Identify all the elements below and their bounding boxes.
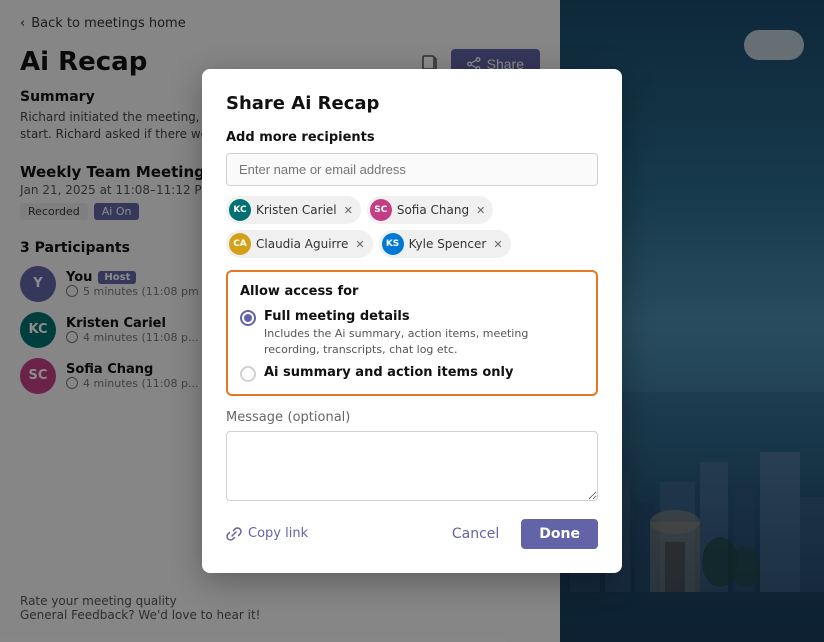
radio-option-summary[interactable]: Ai summary and action items only <box>240 365 584 382</box>
message-label-text: Message <box>226 410 283 425</box>
radio-option-full[interactable]: Full meeting details Includes the Ai sum… <box>240 309 584 357</box>
share-modal: Share Ai Recap Add more recipients KC Kr… <box>202 69 622 573</box>
ai-summary-title: Ai summary and action items only <box>264 365 513 380</box>
chip-remove-button[interactable]: ✕ <box>355 238 364 251</box>
copy-link-button[interactable]: Copy link <box>226 526 308 542</box>
copy-link-label: Copy link <box>248 526 308 541</box>
full-meeting-desc: Includes the Ai summary, action items, m… <box>264 326 584 357</box>
recipient-chip: KS Kyle Spencer ✕ <box>379 230 511 258</box>
access-box: Allow access for Full meeting details In… <box>226 270 598 396</box>
radio-ai-summary[interactable] <box>240 366 256 382</box>
done-button[interactable]: Done <box>521 519 598 549</box>
email-input[interactable] <box>226 153 598 186</box>
chip-name: Claudia Aguirre <box>256 237 348 251</box>
radio-full-meeting[interactable] <box>240 310 256 326</box>
chip-avatar: SC <box>370 199 392 221</box>
chip-name: Sofia Chang <box>397 203 469 217</box>
modal-footer: Copy link Cancel Done <box>226 519 598 549</box>
chip-name: Kyle Spencer <box>409 237 487 251</box>
access-label: Allow access for <box>240 284 584 299</box>
chip-remove-button[interactable]: ✕ <box>476 204 485 217</box>
chip-avatar: KC <box>229 199 251 221</box>
message-textarea[interactable] <box>226 431 598 501</box>
chip-avatar: KS <box>382 233 404 255</box>
add-recipients-label: Add more recipients <box>226 130 598 145</box>
chip-name: Kristen Cariel <box>256 203 337 217</box>
footer-right: Cancel Done <box>438 519 598 549</box>
recipient-chip: SC Sofia Chang ✕ <box>367 196 493 224</box>
copy-link-icon <box>226 526 242 542</box>
modal-overlay: Share Ai Recap Add more recipients KC Kr… <box>0 0 824 642</box>
recipient-chip: CA Claudia Aguirre ✕ <box>226 230 373 258</box>
recipients-row: KC Kristen Cariel ✕ SC Sofia Chang ✕ CA … <box>226 196 598 258</box>
chip-remove-button[interactable]: ✕ <box>344 204 353 217</box>
recipient-chip: KC Kristen Cariel ✕ <box>226 196 361 224</box>
modal-title: Share Ai Recap <box>226 93 598 114</box>
radio-full-meeting-text: Full meeting details Includes the Ai sum… <box>264 309 584 357</box>
cancel-button[interactable]: Cancel <box>438 519 513 549</box>
chip-avatar: CA <box>229 233 251 255</box>
message-label: Message (optional) <box>226 410 598 425</box>
full-meeting-title: Full meeting details <box>264 309 584 324</box>
chip-remove-button[interactable]: ✕ <box>493 238 502 251</box>
message-optional-text: (optional) <box>288 410 351 425</box>
radio-ai-summary-text: Ai summary and action items only <box>264 365 513 380</box>
